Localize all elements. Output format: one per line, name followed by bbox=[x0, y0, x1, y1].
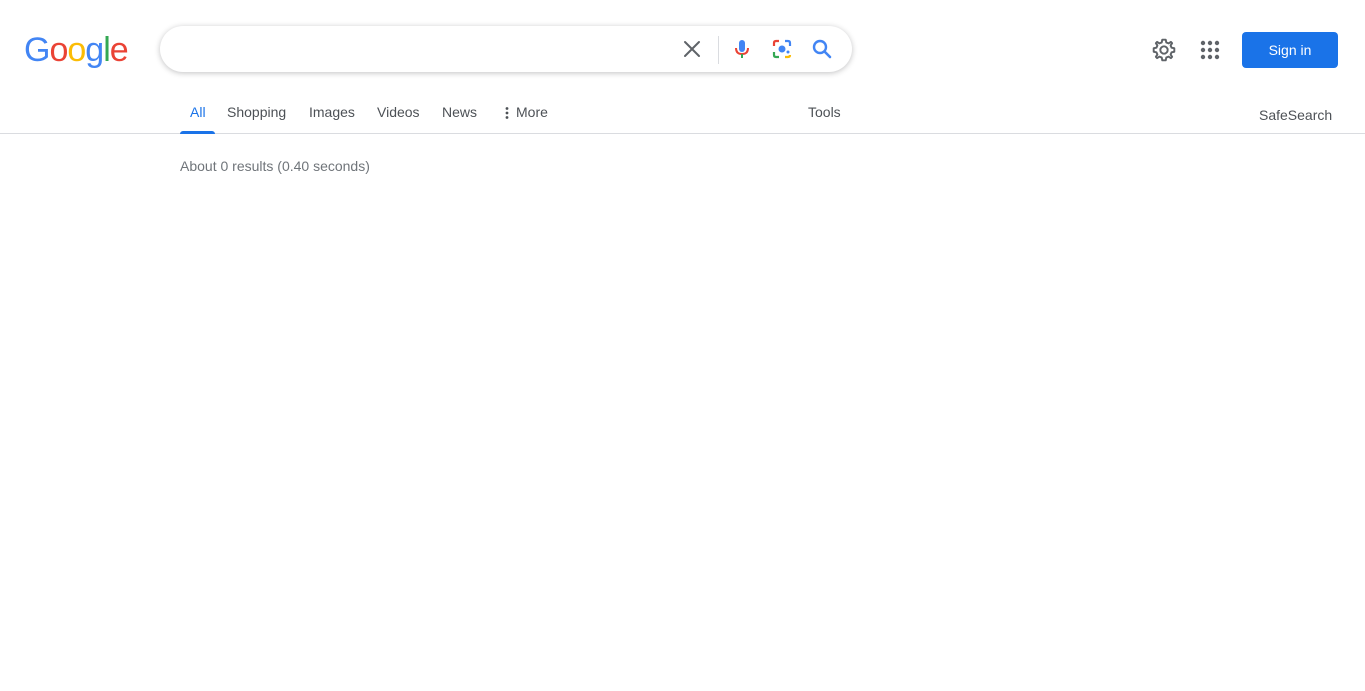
search-icon[interactable] bbox=[810, 37, 834, 61]
tab-label: All bbox=[190, 104, 206, 120]
more-vert-icon bbox=[505, 107, 509, 120]
microphone-icon[interactable] bbox=[730, 37, 754, 61]
logo-letter: G bbox=[24, 31, 50, 69]
logo-letter: g bbox=[85, 31, 104, 69]
tab-images[interactable]: Images bbox=[309, 96, 355, 134]
header: G o o g l e Sign in All Shopping Images … bbox=[0, 0, 1365, 134]
safesearch-button[interactable]: SafeSearch bbox=[1259, 107, 1332, 123]
tab-news[interactable]: News bbox=[442, 96, 477, 134]
tab-label: More bbox=[516, 104, 548, 120]
tools-button[interactable]: Tools bbox=[808, 104, 841, 120]
tab-videos[interactable]: Videos bbox=[377, 96, 420, 134]
active-tab-indicator bbox=[180, 131, 215, 134]
gear-icon[interactable] bbox=[1151, 37, 1177, 63]
camera-lens-icon[interactable] bbox=[770, 37, 794, 61]
google-logo[interactable]: G o o g l e bbox=[24, 31, 129, 69]
clear-icon[interactable] bbox=[680, 37, 704, 61]
search-divider bbox=[718, 36, 719, 64]
tab-shopping[interactable]: Shopping bbox=[227, 96, 286, 134]
sign-in-button[interactable]: Sign in bbox=[1242, 32, 1338, 68]
tab-more[interactable]: More bbox=[504, 96, 548, 134]
logo-letter: o bbox=[49, 31, 68, 69]
logo-letter: e bbox=[109, 31, 129, 69]
tab-all[interactable]: All bbox=[190, 96, 206, 134]
search-input[interactable] bbox=[180, 26, 680, 72]
apps-grid-icon[interactable] bbox=[1197, 37, 1223, 63]
tab-label: Images bbox=[309, 104, 355, 120]
search-box bbox=[160, 26, 852, 72]
tab-label: Shopping bbox=[227, 104, 287, 120]
tab-label: News bbox=[442, 104, 478, 120]
result-stats: About 0 results (0.40 seconds) bbox=[180, 158, 370, 174]
tab-label: Videos bbox=[377, 104, 420, 120]
logo-letter: o bbox=[67, 31, 86, 69]
